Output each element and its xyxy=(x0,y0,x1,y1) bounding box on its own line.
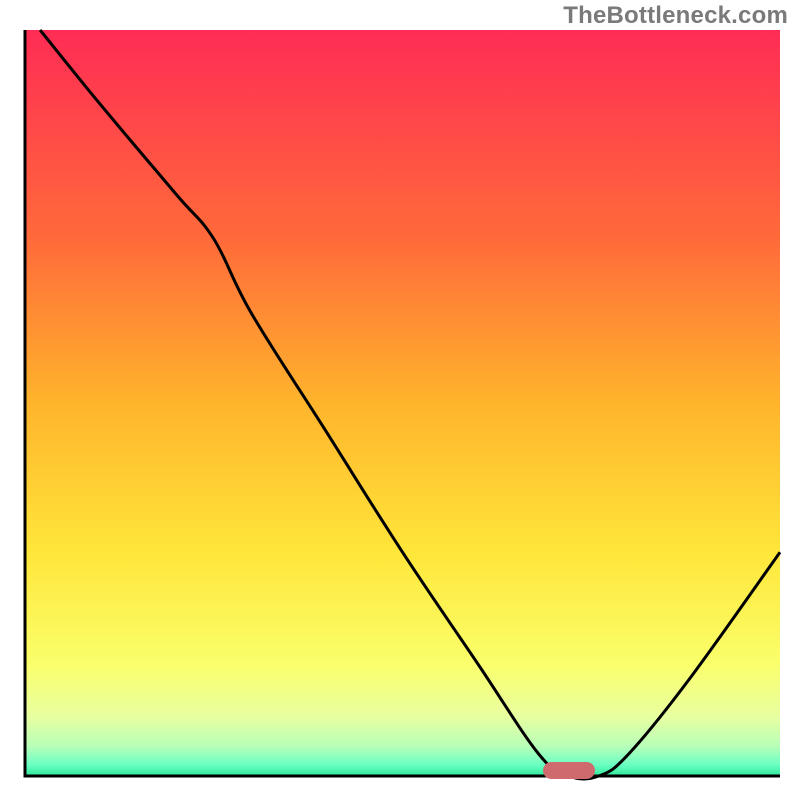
optimum-marker xyxy=(543,762,595,779)
plot-background xyxy=(25,30,780,776)
chart-svg xyxy=(0,0,800,800)
chart-container: TheBottleneck.com xyxy=(0,0,800,800)
